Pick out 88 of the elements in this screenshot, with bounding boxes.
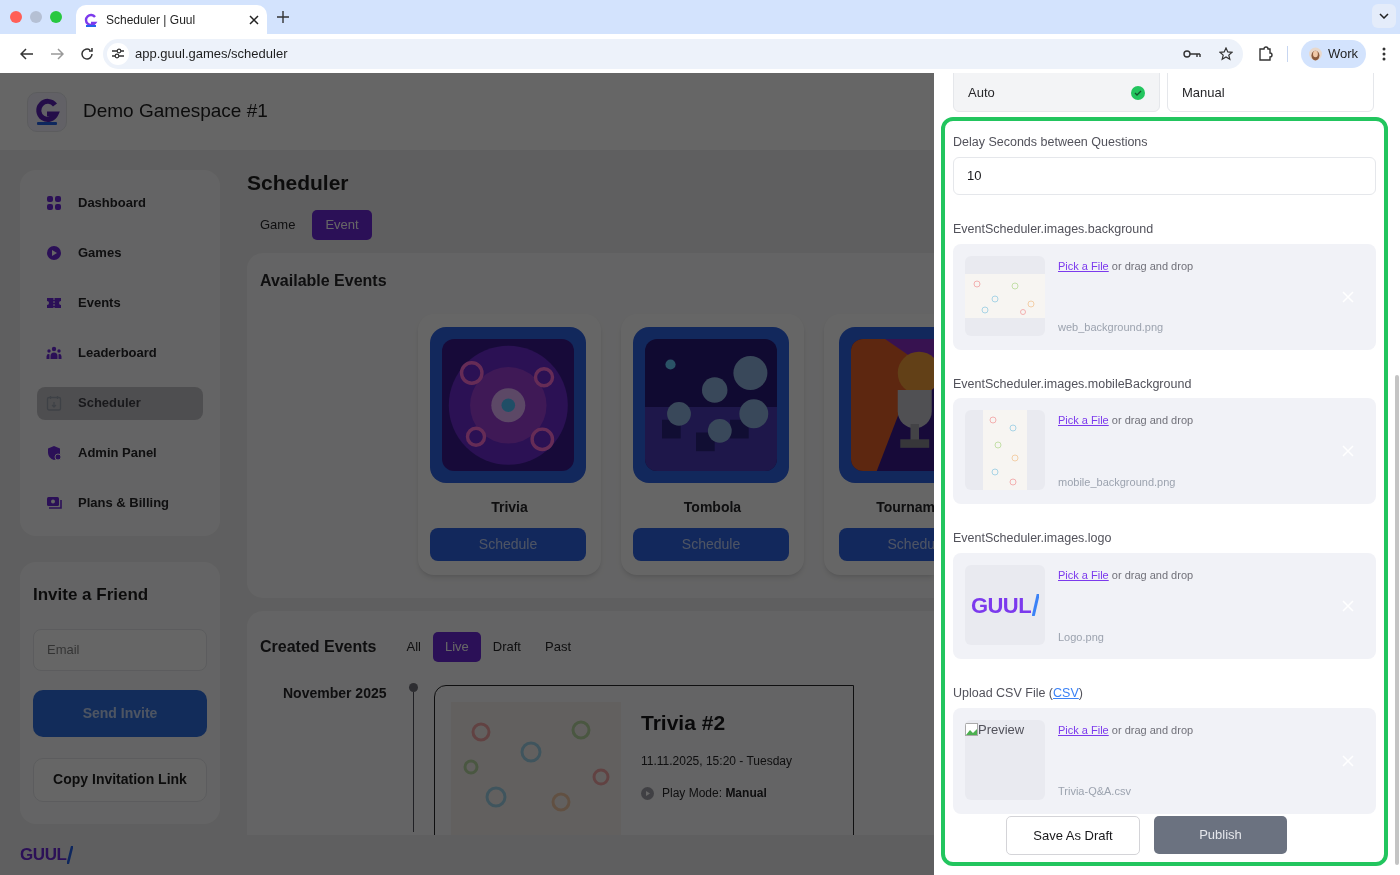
new-tab-icon[interactable] [277, 11, 289, 23]
upload-dropzone[interactable]: GUUL Pick a File or drag and drop Logo.png [953, 553, 1376, 659]
slash-icon [1032, 594, 1040, 616]
profile-button[interactable]: Work [1301, 39, 1366, 68]
save-draft-button[interactable]: Save As Draft [1006, 816, 1140, 855]
alt-text: Preview [978, 720, 1025, 739]
sidebar-item[interactable]: Leaderboard [37, 328, 203, 378]
upload-hint: Pick a File or drag and drop [1058, 258, 1195, 274]
url-text: app.guul.games/scheduler [135, 44, 289, 63]
sidebar-item[interactable]: Plans & Billing [37, 478, 203, 528]
file-name: mobile_background.png [1058, 474, 1177, 490]
event-card[interactable]: Trivia #2 11.11.2025, 15:20 - Tuesday Play Mode: Manual [434, 684, 854, 835]
filter-tab[interactable]: Draft [480, 631, 533, 662]
copy-link-button[interactable]: Copy Invitation Link [33, 757, 207, 802]
invite-title: Invite a Friend [33, 584, 150, 606]
tab[interactable]: Game [247, 210, 309, 240]
game-name: Trivia [490, 498, 529, 517]
g-logo-icon [34, 97, 60, 126]
section-title: Available Events [260, 271, 388, 291]
filter-tab[interactable]: All [394, 631, 433, 662]
delay-field[interactable]: 10 [953, 156, 1376, 195]
avatar-icon [1309, 45, 1322, 62]
close-window-button[interactable] [10, 11, 22, 23]
money-icon [46, 495, 62, 511]
upload-dropzone[interactable]: Preview Pick a File or drag and drop Trivia-Q&A.csv [953, 707, 1376, 814]
sidebar-item[interactable]: Games [37, 228, 203, 278]
play-mode-option[interactable]: Manual [1167, 73, 1374, 112]
upload-hint: Pick a File or drag and drop [1058, 722, 1195, 738]
field-label: EventScheduler.images.logo [953, 530, 1113, 548]
tab-title: Scheduler | Guul [106, 11, 197, 29]
pick-file-link[interactable]: Pick a File [1058, 569, 1109, 581]
guul-logo: GUUL [970, 588, 1040, 622]
upload-dropzone[interactable]: Pick a File or drag and drop mobile_background.png [953, 398, 1376, 505]
scrollbar-thumb[interactable] [1395, 375, 1399, 865]
people-icon [46, 345, 62, 361]
field-label: EventScheduler.images.background [953, 220, 1155, 238]
month-label: November 2025 [282, 683, 388, 703]
field-label: Upload CSV File (CSV) [953, 685, 1084, 702]
pick-file-link[interactable]: Pick a File [1058, 723, 1109, 736]
address-bar[interactable]: app.guul.games/scheduler [103, 38, 1243, 69]
upload-dropzone[interactable]: Pick a File or drag and drop web_background.png [953, 243, 1376, 350]
grid-icon [46, 195, 62, 211]
field-label: Delay Seconds between Questions [953, 134, 1149, 151]
tune-icon[interactable] [112, 48, 124, 59]
browser-tab[interactable]: Scheduler | Guul [76, 5, 267, 34]
chevron-down-icon [1379, 13, 1389, 19]
field-label: EventScheduler.images.mobileBackground [953, 375, 1193, 393]
play-mode-text: Play Mode: Manual [662, 785, 767, 803]
puzzle-icon[interactable] [1257, 45, 1273, 62]
file-name: Logo.png [1058, 629, 1105, 645]
pick-file-link[interactable]: Pick a File [1058, 414, 1109, 427]
broken-image-icon [965, 723, 978, 736]
pick-file-link[interactable]: Pick a File [1058, 259, 1109, 272]
star-icon[interactable] [1219, 46, 1233, 61]
csv-link[interactable]: CSV [1053, 686, 1079, 700]
upload-hint: Pick a File or drag and drop [1058, 568, 1195, 583]
game-name: Tournam [875, 498, 934, 517]
slash-icon [67, 846, 74, 864]
play-mode-option[interactable]: Auto [953, 73, 1160, 112]
sidebar-item[interactable]: Events [37, 278, 203, 328]
sidebar-item[interactable]: Admin Panel [37, 428, 203, 478]
tab[interactable]: Event [312, 210, 372, 240]
file-name: Trivia-Q&A.csv [1058, 784, 1132, 800]
section-title: Created Events [260, 636, 377, 657]
key-icon[interactable] [1183, 48, 1201, 59]
tab-list-button[interactable] [1372, 4, 1396, 28]
game-name: Tombola [682, 498, 743, 517]
filter-tab[interactable]: Past [533, 631, 583, 662]
event-date: 11.11.2025, 15:20 - Tuesday [641, 753, 792, 771]
page-title: Scheduler [247, 170, 349, 196]
shield-icon [46, 445, 62, 461]
close-icon[interactable] [249, 14, 259, 25]
play-icon [46, 245, 62, 261]
file-name: web_background.png [1058, 320, 1165, 335]
sidebar-item[interactable]: Dashboard [37, 178, 203, 228]
upload-hint: Pick a File or drag and drop [1058, 413, 1195, 429]
gamespace-name: Demo Gamespace #1 [83, 99, 268, 124]
forward-icon[interactable] [50, 46, 64, 61]
g-logo-icon [84, 12, 98, 27]
guul-logo: GUUL [20, 842, 74, 868]
check-icon [1131, 85, 1145, 100]
back-icon[interactable] [20, 46, 34, 61]
filter-tab[interactable]: Live [432, 631, 481, 662]
ticket-icon [46, 295, 62, 311]
more-menu-icon[interactable] [1382, 46, 1386, 61]
event-title: Trivia #2 [641, 709, 727, 736]
reload-icon[interactable] [80, 46, 94, 61]
play-icon [641, 786, 654, 800]
